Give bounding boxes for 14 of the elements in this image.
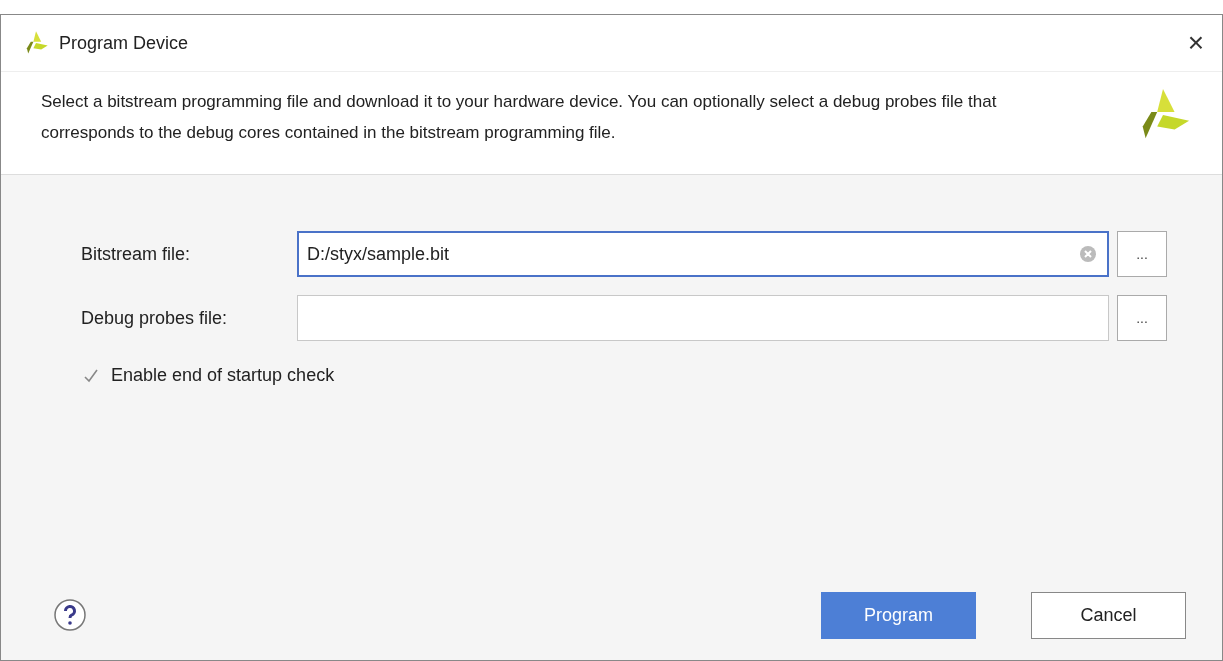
window-title: Program Device: [59, 32, 190, 54]
file-path-field[interactable]: [297, 295, 1109, 341]
program-button[interactable]: Program: [821, 591, 976, 639]
checkbox-label[interactable]: Enable end of startup check: [111, 365, 335, 386]
browse-button[interactable]: ...: [1117, 231, 1167, 277]
description-text: Select a bitstream programming file and download it to your hardware device. You can optionally select a debug probes file that corresponds to the debug cores contained in the bitstream programming file.: [41, 91, 998, 144]
close-button[interactable]: ×: [1181, 27, 1210, 59]
file-path-field[interactable]: D:/styx/sample.bit: [297, 231, 1109, 277]
browse-button[interactable]: ...: [1117, 295, 1167, 341]
field-label: Debug probes file:: [81, 307, 229, 329]
field-label: Bitstream file:: [81, 243, 192, 265]
help-icon[interactable]: [53, 598, 87, 632]
cancel-button[interactable]: Cancel: [1031, 591, 1186, 639]
clear-icon[interactable]: [1079, 245, 1097, 263]
